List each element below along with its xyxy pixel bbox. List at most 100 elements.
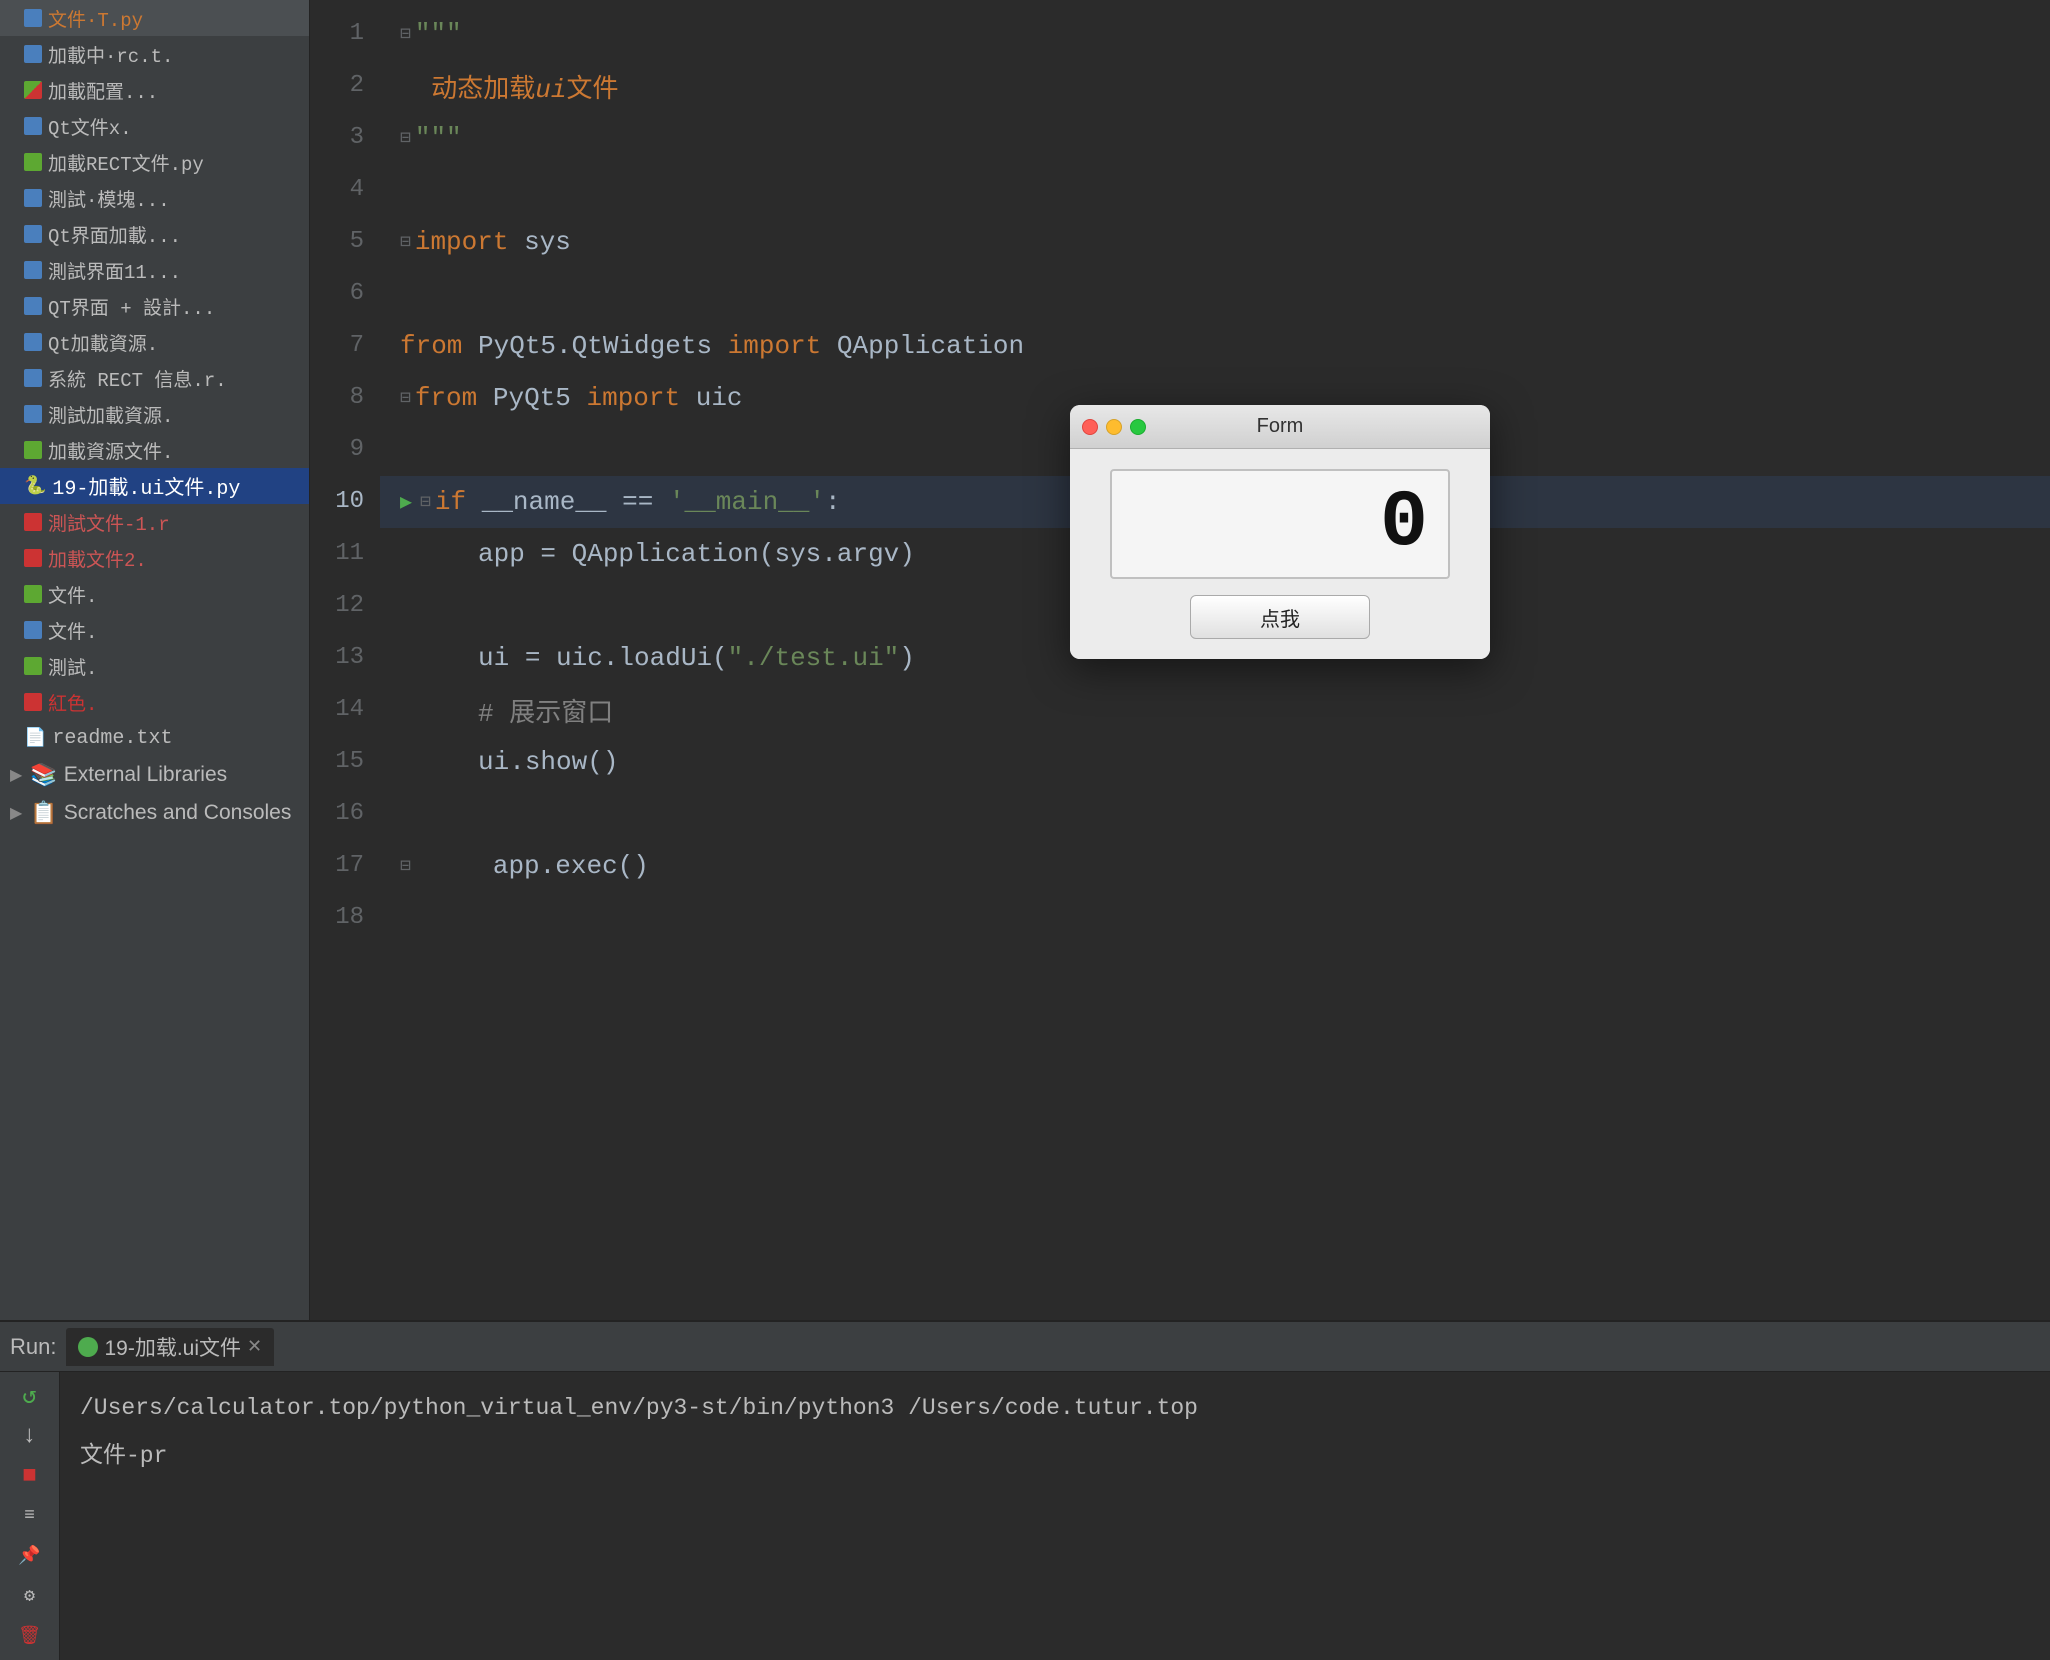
close-tab-button[interactable]: ✕ xyxy=(247,1336,262,1357)
click-me-button[interactable]: 点我 xyxy=(1190,595,1370,639)
close-button[interactable] xyxy=(1082,419,1098,435)
code-line-16 xyxy=(380,788,2050,840)
settings-button[interactable]: ⚙ xyxy=(9,1580,51,1612)
file-icon xyxy=(24,693,42,711)
restart-button[interactable]: ↺ xyxy=(9,1380,51,1412)
file-icon xyxy=(24,153,42,171)
file-icon xyxy=(24,369,42,387)
file-icon xyxy=(24,333,42,351)
window-buttons xyxy=(1082,419,1146,435)
sidebar-item-24[interactable]: 測試. xyxy=(0,648,309,684)
fold-icon-17: ⊟ xyxy=(400,855,411,877)
run-output: /Users/calculator.top/python_virtual_env… xyxy=(60,1372,2050,1660)
fold-icon-3: ⊟ xyxy=(400,127,411,149)
sidebar-item-6[interactable]: 測試·模塊... xyxy=(0,180,309,216)
external-libraries-label: External Libraries xyxy=(64,763,227,787)
code-line-7: from PyQt5.QtWidgets import QApplication xyxy=(380,320,2050,372)
file-icon xyxy=(24,621,42,639)
fold-icon-1: ⊟ xyxy=(400,23,411,45)
delete-button[interactable]: 🗑 xyxy=(9,1620,51,1652)
output-line-2: 文件-pr xyxy=(80,1432,2030,1480)
file-icon xyxy=(24,261,42,279)
wrap-button[interactable]: ≡ xyxy=(9,1500,51,1532)
run-tab-label: 19-加载.ui文件 xyxy=(104,1332,241,1362)
main-layout: 文件·T.py 加載中·rc.t. 加載配置... Qt文件x. 加載RECT文… xyxy=(0,0,2050,1320)
sidebar-item-1[interactable]: 文件·T.py xyxy=(0,0,309,36)
code-content[interactable]: 1 2 3 4 5 6 7 8 9 10 11 12 13 14 15 16 1… xyxy=(310,0,2050,1320)
expand-arrow: ▶ xyxy=(10,765,22,785)
sidebar-item-2[interactable]: 加載中·rc.t. xyxy=(0,36,309,72)
file-icon xyxy=(24,585,42,603)
code-line-15: ui.show() xyxy=(380,736,2050,788)
run-tab-icon xyxy=(78,1337,98,1357)
code-line-5: ⊟ import sys xyxy=(380,216,2050,268)
sidebar-item-9[interactable]: QT界面 + 設計... xyxy=(0,288,309,324)
maximize-button[interactable] xyxy=(1130,419,1146,435)
file-icon xyxy=(24,441,42,459)
fold-icon-10: ⊟ xyxy=(420,491,431,513)
run-tab[interactable]: 19-加载.ui文件 ✕ xyxy=(66,1328,274,1366)
sidebar-item-20[interactable]: 測試文件-1.r xyxy=(0,504,309,540)
file-icon xyxy=(24,513,42,531)
sidebar-item-21[interactable]: 加載文件2. xyxy=(0,540,309,576)
scratches-section[interactable]: ▶ 📋 Scratches and Consoles xyxy=(0,794,309,832)
sidebar-item-7[interactable]: Qt界面加載... xyxy=(0,216,309,252)
file-icon xyxy=(24,225,42,243)
run-toolbar: ↺ ↓ ■ ≡ 📌 ⚙ 🗑 xyxy=(0,1372,60,1660)
file-icon xyxy=(24,81,42,99)
file-icon xyxy=(24,117,42,135)
run-panel: ↺ ↓ ■ ≡ 📌 ⚙ 🗑 /Users/calculator.top/pyth… xyxy=(0,1372,2050,1660)
sidebar-item-22[interactable]: 文件. xyxy=(0,576,309,612)
sidebar-item-8[interactable]: 測試界面11... xyxy=(0,252,309,288)
code-line-18 xyxy=(380,892,2050,944)
sidebar: 文件·T.py 加載中·rc.t. 加載配置... Qt文件x. 加載RECT文… xyxy=(0,0,310,1320)
sidebar-item-12[interactable]: 測試加載資源. xyxy=(0,396,309,432)
form-window: Form 0 点我 xyxy=(1070,405,1490,659)
code-line-17: ⊟ app.exec() xyxy=(380,840,2050,892)
sidebar-item-19-selected[interactable]: 🐍 19-加載.ui文件.py xyxy=(0,468,309,504)
fold-icon-5: ⊟ xyxy=(400,231,411,253)
expand-arrow-scratches: ▶ xyxy=(10,803,22,823)
file-icon xyxy=(24,657,42,675)
sidebar-item-readme[interactable]: 📄 readme.txt xyxy=(0,720,309,756)
code-line-3: ⊟ """ xyxy=(380,112,2050,164)
file-icon xyxy=(24,9,42,27)
lcd-value: 0 xyxy=(1380,484,1428,564)
file-icon xyxy=(24,405,42,423)
form-title: Form xyxy=(1257,415,1304,438)
sidebar-item-5[interactable]: 加載RECT文件.py xyxy=(0,144,309,180)
sidebar-item-3[interactable]: 加載配置... xyxy=(0,72,309,108)
scroll-down-button[interactable]: ↓ xyxy=(9,1420,51,1452)
run-tab-bar: Run: 19-加载.ui文件 ✕ xyxy=(0,1322,2050,1372)
minimize-button[interactable] xyxy=(1106,419,1122,435)
code-lines: ⊟ """ 动态加载ui文件 ⊟ """ ⊟ import xyxy=(380,0,2050,1320)
fold-icon-8: ⊟ xyxy=(400,387,411,409)
output-line-1: /Users/calculator.top/python_virtual_env… xyxy=(80,1384,2030,1432)
sidebar-item-10[interactable]: Qt加載資源. xyxy=(0,324,309,360)
file-icon xyxy=(24,189,42,207)
scratches-label: Scratches and Consoles xyxy=(64,801,292,825)
code-line-1: ⊟ """ xyxy=(380,8,2050,60)
sidebar-item-23[interactable]: 文件. xyxy=(0,612,309,648)
file-icon xyxy=(24,297,42,315)
run-label: Run: xyxy=(10,1334,56,1360)
external-libraries-section[interactable]: ▶ 📚 External Libraries xyxy=(0,756,309,794)
editor-area: 1 2 3 4 5 6 7 8 9 10 11 12 13 14 15 16 1… xyxy=(310,0,2050,1320)
file-icon xyxy=(24,45,42,63)
file-icon xyxy=(24,549,42,567)
code-line-4 xyxy=(380,164,2050,216)
code-line-14: # 展示窗口 xyxy=(380,684,2050,736)
line-numbers: 1 2 3 4 5 6 7 8 9 10 11 12 13 14 15 16 1… xyxy=(310,0,380,1320)
stop-button[interactable]: ■ xyxy=(9,1460,51,1492)
sidebar-item-11[interactable]: 系統 RECT 信息.r. xyxy=(0,360,309,396)
txt-icon: 📄 xyxy=(24,727,46,749)
pin-button[interactable]: 📌 xyxy=(9,1540,51,1572)
form-titlebar: Form xyxy=(1070,405,1490,449)
sidebar-item-13[interactable]: 加載資源文件. xyxy=(0,432,309,468)
code-line-6 xyxy=(380,268,2050,320)
sidebar-item-25[interactable]: 紅色. xyxy=(0,684,309,720)
sidebar-item-4[interactable]: Qt文件x. xyxy=(0,108,309,144)
lcd-display: 0 xyxy=(1110,469,1450,579)
form-body: 0 点我 xyxy=(1070,449,1490,659)
run-arrow: ▶ xyxy=(400,489,412,515)
